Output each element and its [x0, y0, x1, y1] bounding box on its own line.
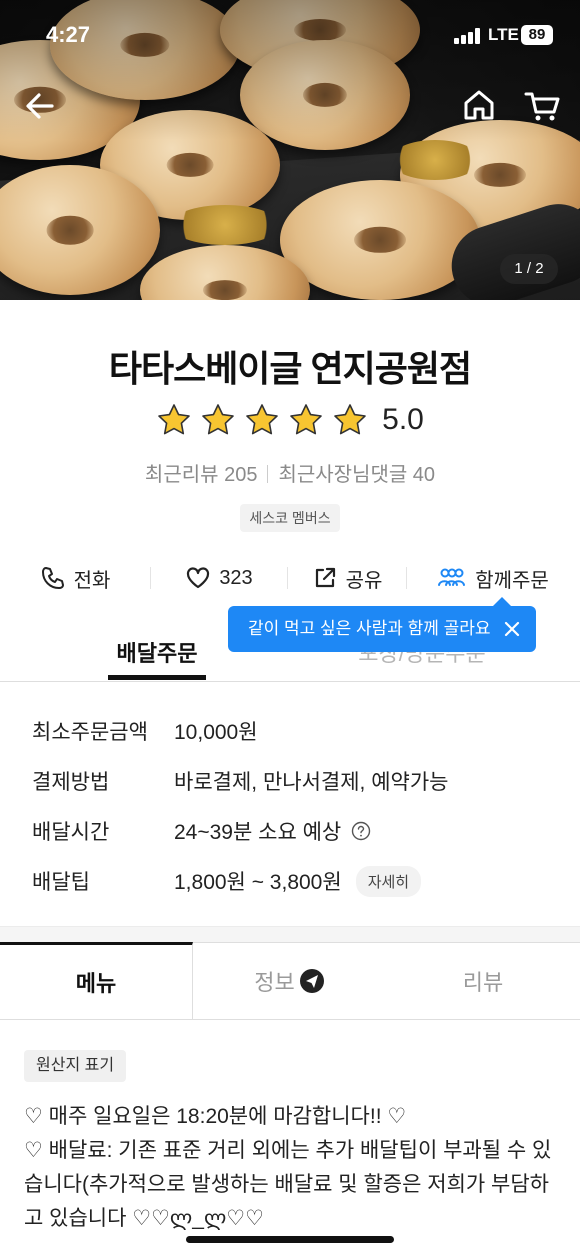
- notice-line: ♡ 매주 일요일은 18:20분에 마감합니다!! ♡: [24, 1105, 407, 1128]
- group-order-button[interactable]: 함께주문: [407, 558, 579, 598]
- store-actions: 전화 323 공유 함께주문: [0, 558, 580, 598]
- like-count: 323: [219, 566, 253, 589]
- info-value: 바로결제, 만나서결제, 예약가능: [174, 771, 449, 794]
- info-label: 최소주문금액: [32, 721, 148, 744]
- delivery-time-value: 24~39분 소요 예상: [174, 821, 342, 844]
- cheese-crisp: [390, 140, 480, 180]
- origin-label-chip[interactable]: 원산지 표기: [24, 1050, 127, 1082]
- info-value: 1,800원 ~ 3,800원 자세히: [174, 865, 422, 897]
- tab-info[interactable]: 정보: [193, 942, 386, 1019]
- store-name: 타타스베이글 연지공원점: [108, 348, 472, 389]
- tab-review[interactable]: 리뷰: [386, 942, 580, 1019]
- info-label: 배달팁: [32, 871, 90, 894]
- info-row-delivery-tip: 배달팁 1,800원 ~ 3,800원 자세히: [32, 865, 422, 897]
- cheese-crisp: [170, 205, 280, 245]
- tab-delivery-order[interactable]: 배달주문: [108, 636, 206, 668]
- info-row-min-order: 최소주문금액 10,000원: [32, 716, 258, 746]
- star-icon: [246, 404, 278, 435]
- home-icon[interactable]: [460, 86, 498, 124]
- info-label: 배달시간: [32, 821, 110, 844]
- share-icon: [315, 567, 335, 588]
- home-indicator[interactable]: [186, 1236, 394, 1243]
- phone-icon: [41, 567, 64, 589]
- share-button[interactable]: 공유: [288, 558, 406, 598]
- detail-button[interactable]: 자세히: [355, 865, 422, 897]
- store-notice: ♡ 매주 일요일은 18:20분에 마감합니다!! ♡ ♡ 배달료: 기존 표준…: [24, 1100, 554, 1236]
- call-button[interactable]: 전화: [0, 558, 150, 598]
- tab-menu[interactable]: 메뉴: [0, 942, 193, 1019]
- notice-line: ♡ 배달료: 기존 표준 거리 외에는 추가 배달팁이 부과될 수 있습니다(추…: [24, 1139, 552, 1230]
- tooltip-text: 같이 먹고 싶은 사람과 함께 골라요: [248, 619, 491, 638]
- review-summary[interactable]: 최근리뷰 205 최근사장님댓글 40: [0, 458, 580, 487]
- like-button[interactable]: 323: [151, 558, 287, 598]
- close-icon[interactable]: [502, 619, 522, 639]
- member-badge[interactable]: 세스코 멤버스: [240, 504, 340, 532]
- star-icon: [202, 404, 234, 435]
- bagel: [280, 180, 480, 300]
- status-bar: 4:27 LTE 89: [0, 0, 580, 70]
- store-hero-image[interactable]: 4:27 LTE 89 1 / 2: [0, 0, 580, 300]
- star-icon: [334, 404, 366, 435]
- send-badge-icon: [299, 969, 324, 993]
- active-tab-indicator: [108, 675, 206, 680]
- star-icon: [158, 404, 190, 435]
- divider: [267, 465, 269, 483]
- signal-icon: [454, 28, 482, 44]
- tab-menu-label: 메뉴: [75, 971, 117, 996]
- help-icon[interactable]: [351, 821, 371, 841]
- recent-reviews-count: 최근리뷰 205: [144, 464, 258, 486]
- group-order-tooltip[interactable]: 같이 먹고 싶은 사람과 함께 골라요: [228, 597, 536, 652]
- info-row-payment: 결제방법 바로결제, 만나서결제, 예약가능: [32, 766, 449, 796]
- battery-icon: 89: [521, 25, 553, 45]
- cart-icon[interactable]: [522, 86, 562, 124]
- rating-score: 5.0: [382, 403, 424, 436]
- share-label: 공유: [345, 569, 383, 592]
- info-value: 10,000원: [174, 721, 258, 744]
- group-order-label: 함께주문: [475, 569, 549, 592]
- heart-icon: [187, 567, 210, 589]
- back-arrow-icon[interactable]: [22, 88, 58, 124]
- info-label: 결제방법: [32, 771, 110, 794]
- info-value: 24~39분 소요 예상: [174, 816, 371, 846]
- rating-row[interactable]: 5.0: [0, 398, 580, 442]
- call-label: 전화: [73, 569, 111, 592]
- tab-info-label: 정보: [254, 970, 295, 995]
- content-tabs: 메뉴 정보 리뷰: [0, 942, 580, 1020]
- star-icon: [290, 404, 322, 435]
- owner-replies-count: 최근사장님댓글 40: [278, 464, 436, 486]
- network-type: LTE: [488, 25, 519, 44]
- section-divider: [0, 926, 580, 942]
- delivery-tip-value: 1,800원 ~ 3,800원: [174, 871, 342, 894]
- status-time: 4:27: [46, 22, 91, 47]
- tab-review-label: 리뷰: [462, 970, 504, 995]
- image-page-indicator: 1 / 2: [500, 254, 558, 284]
- info-row-delivery-time: 배달시간 24~39분 소요 예상: [32, 816, 371, 846]
- group-icon: [438, 568, 466, 586]
